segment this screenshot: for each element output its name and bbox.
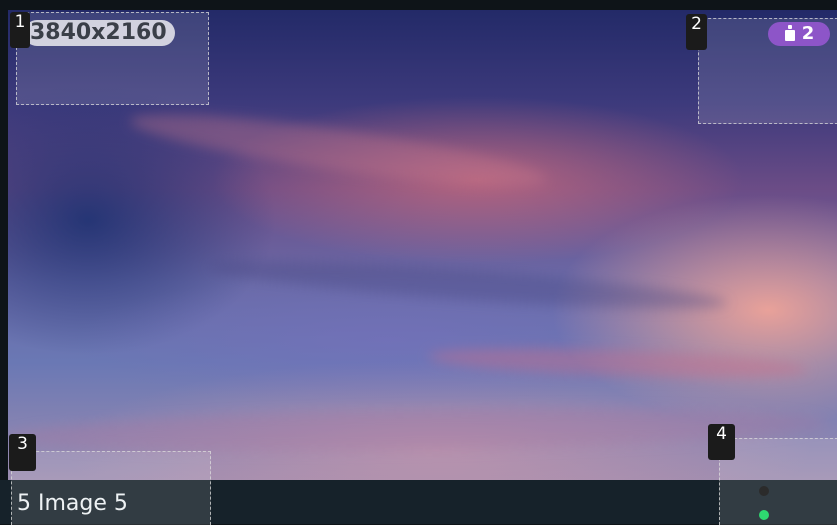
sky-streak <box>427 343 809 383</box>
region-marker-3[interactable]: 3 <box>9 434 36 471</box>
sky-streak <box>207 251 729 319</box>
people-count-badge[interactable]: 2 <box>768 22 830 46</box>
page-indicator-active[interactable] <box>759 510 769 520</box>
sky-streak <box>127 100 549 200</box>
sky-streak <box>8 402 829 458</box>
region-marker-1[interactable]: 1 <box>10 12 30 48</box>
people-count: 2 <box>801 23 815 44</box>
region-marker-2[interactable]: 2 <box>686 14 707 50</box>
person-icon <box>784 25 795 41</box>
resolution-label: 3840x2160 <box>24 20 175 46</box>
region-marker-4[interactable]: 4 <box>708 424 735 460</box>
image-caption: 5 Image 5 <box>17 491 128 516</box>
page-indicator-inactive[interactable] <box>759 486 769 496</box>
annotation-region-4[interactable] <box>719 438 837 525</box>
